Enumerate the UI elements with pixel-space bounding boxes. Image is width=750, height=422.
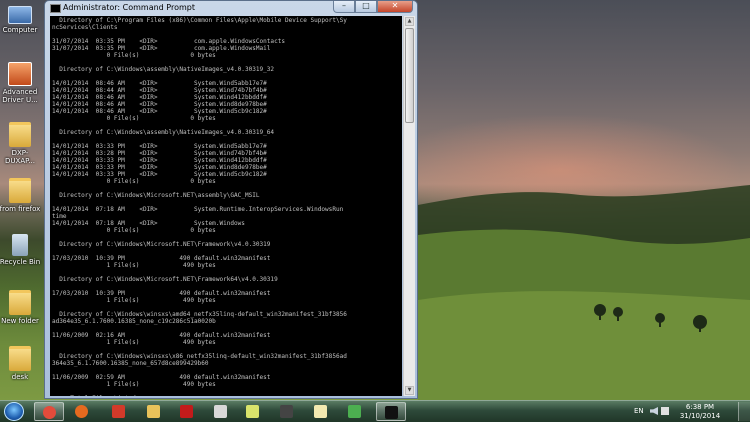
network-icon[interactable] xyxy=(661,407,669,415)
desktop-icon-from-firefox[interactable]: from firefox xyxy=(0,178,42,213)
chrome-icon xyxy=(43,406,56,419)
desktop-icon-label: Recycle Bin xyxy=(0,258,41,266)
recycle-bin-icon xyxy=(12,234,28,256)
flower-icon xyxy=(314,405,327,418)
taskbar-button-ccleaner[interactable] xyxy=(104,402,134,421)
close-button[interactable]: ✕ xyxy=(377,1,413,13)
taskbar-button-flower[interactable] xyxy=(306,402,336,421)
folder-icon xyxy=(9,178,31,203)
file-explorer-icon xyxy=(147,405,160,418)
chess-pawn-icon xyxy=(214,405,227,418)
sticky-notes-icon xyxy=(246,405,259,418)
window-title: Administrator: Command Prompt xyxy=(63,3,195,12)
folder-icon xyxy=(9,122,31,147)
taskbar: EN 6:38 PM 31/10/2014 xyxy=(0,400,750,422)
firefox-icon xyxy=(75,405,88,418)
pdf-icon xyxy=(180,405,193,418)
ccleaner-icon xyxy=(112,405,125,418)
taskbar-button-pdf[interactable] xyxy=(172,402,202,421)
vertical-scrollbar[interactable]: ▲ ▼ xyxy=(403,16,415,396)
console-output[interactable]: Directory of C:\Program Files (x86)\Comm… xyxy=(50,16,402,396)
start-button[interactable] xyxy=(4,402,24,421)
taskbar-button-chess-piece[interactable] xyxy=(272,402,302,421)
taskbar-button-command-prompt[interactable] xyxy=(376,402,406,421)
command-prompt-icon xyxy=(385,406,398,419)
chess-piece-icon xyxy=(280,405,293,418)
window-titlebar[interactable]: Administrator: Command Prompt – □ ✕ xyxy=(45,1,417,15)
taskbar-button-firefox[interactable] xyxy=(67,402,97,421)
desktop-icon-label: from firefox xyxy=(0,205,41,213)
scroll-up-arrow-icon[interactable]: ▲ xyxy=(405,17,414,26)
desktop-icon-computer[interactable]: Computer xyxy=(0,6,42,34)
desktop-icon-desk[interactable]: desk xyxy=(0,346,42,381)
language-indicator[interactable]: EN xyxy=(634,407,644,415)
folder-icon xyxy=(9,346,31,371)
clock-date: 31/10/2014 xyxy=(679,412,721,420)
clock-time: 6:38 PM xyxy=(685,403,715,411)
desktop-icon-dxp-folder[interactable]: DXP-DUXAP... xyxy=(0,122,42,165)
desktop-icon-recycle-bin[interactable]: Recycle Bin xyxy=(0,234,42,266)
console-text: Directory of C:\Program Files (x86)\Comm… xyxy=(52,17,347,396)
command-prompt-window[interactable]: Administrator: Command Prompt – □ ✕ Dire… xyxy=(44,0,418,399)
system-clock[interactable]: 6:38 PM 31/10/2014 xyxy=(672,403,728,421)
desktop-icon-label: Computer xyxy=(2,26,38,34)
minimize-button[interactable]: – xyxy=(333,1,355,13)
scrollbar-thumb[interactable] xyxy=(405,28,414,123)
folder-icon xyxy=(9,290,31,315)
desktop-icon-new-folder[interactable]: New folder xyxy=(0,290,42,325)
computer-icon xyxy=(8,6,32,24)
volume-icon[interactable] xyxy=(650,407,658,415)
desktop-icon-label: New folder xyxy=(1,317,39,325)
maximize-button[interactable]: □ xyxy=(355,1,377,13)
desktop-icon-label: desk xyxy=(11,373,29,381)
taskbar-button-sticky-notes[interactable] xyxy=(238,402,268,421)
desktop-icon-label: DXP-DUXAP... xyxy=(5,149,35,165)
app-icon xyxy=(8,62,32,86)
command-prompt-icon[interactable] xyxy=(50,4,61,13)
window-controls: – □ ✕ xyxy=(333,1,413,13)
taskbar-button-paint[interactable] xyxy=(340,402,370,421)
scroll-down-arrow-icon[interactable]: ▼ xyxy=(405,386,414,395)
show-desktop-button[interactable] xyxy=(738,402,750,421)
taskbar-button-chess-pawn[interactable] xyxy=(206,402,236,421)
paint-icon xyxy=(348,405,361,418)
taskbar-button-file-explorer[interactable] xyxy=(139,402,169,421)
taskbar-button-chrome[interactable] xyxy=(34,402,64,421)
desktop-icon-advanced-driver-updater[interactable]: Advanced Driver U... xyxy=(0,62,42,104)
desktop-icon-label: Advanced Driver U... xyxy=(2,88,38,104)
